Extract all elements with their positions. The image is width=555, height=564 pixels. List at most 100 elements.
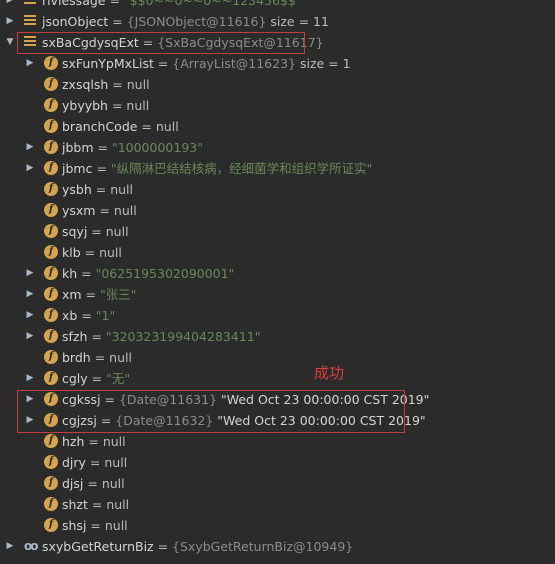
- variable-value: "纵隔淋巴结结核病，经细菌学和组织学所证实": [110, 161, 373, 176]
- variable-value: null: [101, 476, 125, 491]
- variable-row[interactable]: f branchCode = null: [0, 116, 555, 137]
- variable-content: hzh = null: [62, 431, 126, 452]
- equals-sign: =: [153, 539, 173, 554]
- field-icon: f: [44, 245, 58, 259]
- variable-row[interactable]: ▶ f cgly = "无": [0, 368, 555, 389]
- variable-suffix: size = 1: [296, 56, 351, 71]
- variable-row[interactable]: f shsj = null: [0, 515, 555, 536]
- field-icon: f: [44, 350, 58, 364]
- field-icon: f: [44, 497, 58, 511]
- expand-right-icon[interactable]: ▶: [24, 368, 36, 389]
- equals-sign: =: [137, 119, 156, 134]
- variable-value: null: [105, 224, 129, 239]
- variable-content: xm = "张三": [62, 284, 137, 305]
- variable-content: shsj = null: [62, 515, 128, 536]
- variable-content: branchCode = null: [62, 116, 179, 137]
- variable-row[interactable]: f djsj = null: [0, 473, 555, 494]
- variable-row[interactable]: f ysbh = null: [0, 179, 555, 200]
- equals-sign: =: [87, 497, 107, 512]
- expand-right-icon[interactable]: ▶: [24, 137, 36, 158]
- variable-content: shzt = null: [62, 494, 129, 515]
- variable-value: "$$0~~0~~0~~123456$$": [123, 0, 302, 8]
- field-icon: f: [44, 119, 58, 133]
- success-annotation: 成功: [314, 364, 345, 382]
- variable-row[interactable]: f shzt = null: [0, 494, 555, 515]
- variable-content: djsj = null: [62, 473, 125, 494]
- field-icon: f: [44, 329, 58, 343]
- equals-sign: =: [91, 182, 111, 197]
- variable-value: "0625195302090001": [95, 266, 235, 281]
- variable-row[interactable]: ▶ f kh = "0625195302090001": [0, 263, 555, 284]
- variable-value: null: [110, 182, 133, 197]
- variable-name: jsonObject: [42, 14, 109, 29]
- object-list-icon: [24, 15, 36, 27]
- variable-row[interactable]: f sqyj = null: [0, 221, 555, 242]
- variable-content: sfzh = "320323199404283411": [62, 326, 260, 347]
- field-icon: f: [44, 308, 58, 322]
- expand-right-icon[interactable]: ▶: [24, 158, 36, 179]
- variable-row[interactable]: f ybyybh = null: [0, 95, 555, 116]
- variable-content: xb = "1": [62, 305, 115, 326]
- variable-name: ybyybh: [62, 98, 108, 113]
- expand-right-icon[interactable]: ▶: [4, 536, 16, 557]
- variable-content: rlvlessage = "$$0~~0~~0~~123456$$": [42, 0, 302, 11]
- expand-right-icon[interactable]: ▶: [24, 263, 36, 284]
- variable-value: null: [126, 77, 150, 92]
- variable-value: null: [113, 203, 137, 218]
- variable-name: hzh: [62, 434, 85, 449]
- variable-content: jbbm = "1000000193": [62, 137, 203, 158]
- variable-row[interactable]: f klb = null: [0, 242, 555, 263]
- variable-row[interactable]: f ysxm = null: [0, 200, 555, 221]
- variable-row[interactable]: ▶ f jbbm = "1000000193": [0, 137, 555, 158]
- variable-row[interactable]: ▶ oo sxybGetReturnBiz = {SxybGetReturnBiz@…: [0, 536, 555, 557]
- field-icon: f: [44, 476, 58, 490]
- field-icon: f: [44, 98, 58, 112]
- variable-row[interactable]: f djry = null: [0, 452, 555, 473]
- variable-row[interactable]: f zxsqlsh = null: [0, 74, 555, 95]
- equals-sign: =: [93, 140, 112, 155]
- expand-right-icon[interactable]: ▶: [24, 326, 36, 347]
- variable-content: kh = "0625195302090001": [62, 263, 234, 284]
- variable-row[interactable]: ▶ f sfzh = "320323199404283411": [0, 326, 555, 347]
- variable-content: brdh = null: [62, 347, 132, 368]
- equals-sign: =: [81, 287, 100, 302]
- variable-content: klb = null: [62, 242, 122, 263]
- highlight-box-sxBaCgdysqExt: [17, 32, 305, 54]
- variable-value: "1000000193": [111, 140, 203, 155]
- expand-right-icon[interactable]: ▶: [24, 53, 36, 74]
- variable-row[interactable]: f hzh = null: [0, 431, 555, 452]
- variable-row[interactable]: ▶ jsonObject = {JSONObject@11616} size = …: [0, 11, 555, 32]
- variable-name: ysxm: [62, 203, 96, 218]
- expand-right-icon[interactable]: ▶: [24, 305, 36, 326]
- variable-value: "1": [95, 308, 116, 323]
- expand-right-icon[interactable]: ▶: [4, 11, 16, 32]
- field-icon: f: [44, 455, 58, 469]
- variable-content: sxFunYpMxList = {ArrayList@11623} size =…: [62, 53, 351, 74]
- equals-sign: =: [108, 14, 127, 29]
- equals-sign: =: [77, 308, 96, 323]
- variable-content: jsonObject = {JSONObject@11616} size = 1…: [42, 11, 329, 32]
- variable-name: zxsqlsh: [62, 77, 109, 92]
- variable-row[interactable]: ▶ f xm = "张三": [0, 284, 555, 305]
- variable-row[interactable]: ▶ f xb = "1": [0, 305, 555, 326]
- variable-value: {SxybGetReturnBiz@10949}: [172, 539, 354, 554]
- variable-row[interactable]: f brdh = null: [0, 347, 555, 368]
- variable-name: cgly: [62, 371, 88, 386]
- expand-right-icon[interactable]: ▶: [24, 284, 36, 305]
- field-icon: f: [44, 161, 58, 175]
- variable-row[interactable]: ▶ rlvlessage = "$$0~~0~~0~~123456$$": [0, 0, 555, 11]
- expand-down-icon[interactable]: ▼: [4, 32, 16, 53]
- equals-sign: =: [107, 98, 127, 113]
- field-icon: f: [44, 56, 58, 70]
- expand-right-icon[interactable]: ▶: [4, 0, 16, 11]
- equals-sign: =: [87, 224, 106, 239]
- equals-sign: =: [105, 0, 124, 8]
- variable-value: "无": [106, 371, 131, 386]
- variable-name: jbmc: [62, 161, 93, 176]
- variable-row[interactable]: ▶ f jbmc = "纵隔淋巴结结核病，经细菌学和组织学所证实": [0, 158, 555, 179]
- field-icon: f: [44, 518, 58, 532]
- variable-row[interactable]: ▶ f sxFunYpMxList = {ArrayList@11623} size…: [0, 53, 555, 74]
- variable-name: sxybGetReturnBiz: [42, 539, 154, 554]
- variable-value: "张三": [100, 287, 137, 302]
- equals-sign: =: [83, 476, 102, 491]
